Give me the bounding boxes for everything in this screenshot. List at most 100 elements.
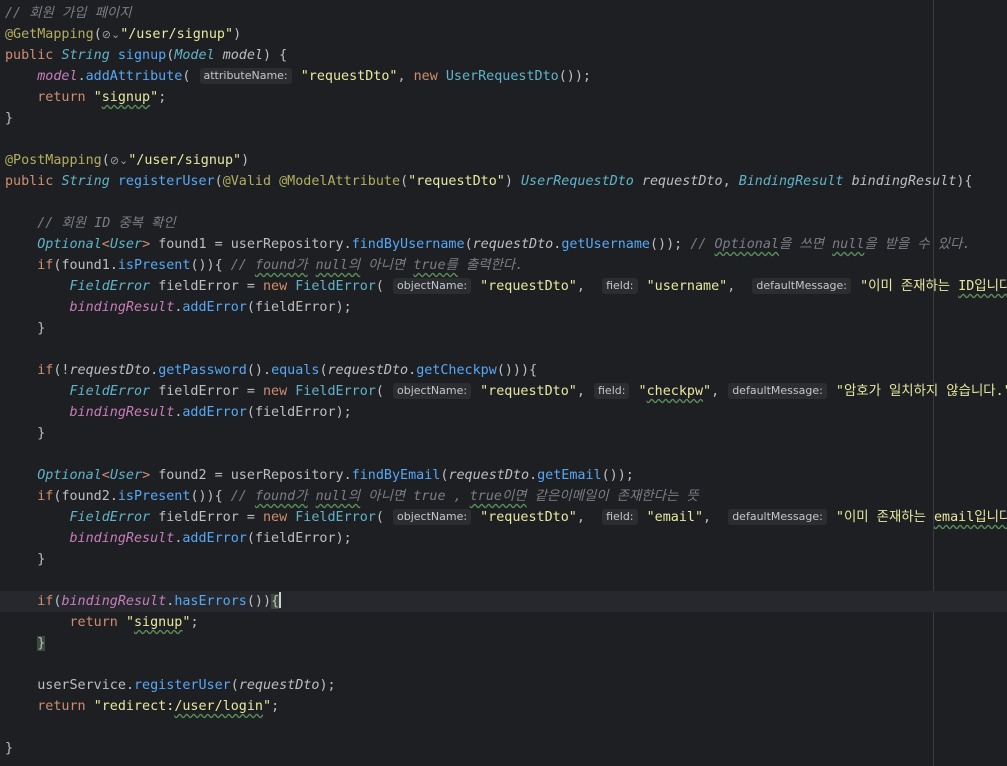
code-line[interactable]: FieldError fieldError = new FieldError( … — [0, 381, 1007, 402]
code-line[interactable]: public String signup(Model model) { — [0, 45, 1007, 66]
string-literal: "/user/signup" — [128, 153, 242, 168]
method-call: hasErrors — [174, 594, 247, 609]
field: userRepository — [230, 237, 344, 252]
param-hint: field: — [602, 278, 638, 294]
comment: 아니면 — [360, 258, 414, 273]
string-literal: ID입니다 — [958, 279, 1007, 294]
comment — [308, 489, 316, 504]
type-name: FieldError — [69, 384, 151, 399]
field: userService — [37, 678, 126, 693]
code-line[interactable]: } — [0, 738, 1007, 759]
code-line[interactable]: if(found1.isPresent()){ // found가 null의 … — [0, 255, 1007, 276]
param-hint: objectName: — [393, 509, 472, 525]
variable: found2 — [158, 468, 207, 483]
string-literal: "requestDto" — [480, 510, 577, 525]
comment: found가 — [254, 258, 308, 273]
variable: bindingResult — [69, 531, 175, 546]
comment: found가 — [254, 489, 308, 504]
code-line[interactable]: // 회원 ID 중복 확인 — [0, 213, 1007, 234]
globe-link-icon[interactable]: ⊘⌄ — [110, 154, 128, 167]
code-line[interactable]: FieldError fieldError = new FieldError( … — [0, 507, 1007, 528]
param-hint: field: — [594, 383, 630, 399]
param-hint: field: — [602, 509, 638, 525]
string-literal: " — [93, 90, 102, 105]
code-line[interactable]: return "redirect:/user/login"; — [0, 696, 1007, 717]
code-line[interactable]: bindingResult.addError(fieldError); — [0, 402, 1007, 423]
method-call: getPassword — [158, 363, 247, 378]
code-line[interactable]: } — [0, 549, 1007, 570]
string-literal: "이미 존재하는 — [860, 279, 959, 294]
comment: 같은이메일이 존재한다는 뜻 — [526, 489, 699, 504]
code-line[interactable]: userService.registerUser(requestDto); — [0, 675, 1007, 696]
variable: bindingResult — [61, 594, 167, 609]
variable: fieldError — [254, 405, 336, 420]
code-line[interactable]: } — [0, 108, 1007, 129]
comment: null의 — [315, 258, 361, 273]
code-line[interactable]: @PostMapping(⊘⌄"/user/signup") — [0, 150, 1007, 171]
code-line[interactable]: // 회원 가입 페이지 — [0, 3, 1007, 24]
string-literal: " — [703, 384, 712, 399]
code-line[interactable]: return "signup"; — [0, 612, 1007, 633]
variable: found1 — [61, 258, 110, 273]
code-line[interactable]: } — [0, 633, 1007, 654]
method-call: getEmail — [537, 468, 602, 483]
variable: model — [37, 69, 78, 84]
param-hint: defaultMessage: — [728, 383, 827, 399]
annotation: @GetMapping — [5, 27, 94, 42]
param-hint: defaultMessage: — [752, 278, 852, 294]
parameter: bindingResult — [851, 174, 957, 189]
comment: // — [230, 489, 255, 504]
type-name: Model — [174, 48, 215, 63]
globe-link-icon[interactable]: ⊘⌄ — [102, 28, 120, 41]
code-editor[interactable]: // 회원 가입 페이지 @GetMapping(⊘⌄"/user/signup… — [0, 0, 1007, 766]
code-line-current[interactable]: if(bindingResult.hasErrors()){ — [0, 591, 1007, 612]
method-call: findByUsername — [351, 237, 465, 252]
keyword: new — [263, 279, 288, 294]
string-literal: signup — [134, 615, 183, 630]
code-line[interactable]: return "signup"; — [0, 87, 1007, 108]
variable: requestDto — [238, 678, 320, 693]
code-line[interactable]: } — [0, 318, 1007, 339]
class-name: FieldError — [295, 279, 376, 294]
class-name: FieldError — [295, 510, 376, 525]
string-literal: signup — [101, 90, 151, 105]
comment: 출력한다. — [457, 258, 524, 273]
code-line[interactable]: } — [0, 423, 1007, 444]
code-line[interactable]: Optional<User> found2 = userRepository.f… — [0, 465, 1007, 486]
keyword: new — [413, 69, 438, 84]
variable: fieldError — [254, 531, 336, 546]
class-name: UserRequestDto — [445, 69, 559, 84]
string-literal: "requestDto" — [300, 69, 398, 84]
type-name: FieldError — [69, 279, 151, 294]
code-line[interactable]: Optional<User> found1 = userRepository.f… — [0, 234, 1007, 255]
method-call: addAttribute — [85, 69, 183, 84]
type-name: Optional — [37, 237, 102, 252]
comment: // — [690, 237, 715, 252]
text-caret — [279, 592, 282, 608]
comment: // — [230, 258, 255, 273]
type-name: User — [109, 237, 143, 252]
comment: Optional — [714, 237, 780, 252]
code-line[interactable]: bindingResult.addError(fieldError); — [0, 297, 1007, 318]
annotation: @ModelAttribute — [279, 174, 401, 189]
code-line[interactable]: if(!requestDto.getPassword().equals(requ… — [0, 360, 1007, 381]
method-call: addError — [182, 300, 247, 315]
parameter: model — [222, 48, 263, 63]
code-line[interactable]: @GetMapping(⊘⌄"/user/signup") — [0, 24, 1007, 45]
code-line[interactable]: FieldError fieldError = new FieldError( … — [0, 276, 1007, 297]
code-line[interactable]: public String registerUser(@Valid @Model… — [0, 171, 1007, 192]
variable: requestDto — [69, 363, 151, 378]
variable: fieldError — [254, 300, 336, 315]
matched-brace: } — [37, 636, 46, 651]
string-literal: " — [263, 699, 272, 714]
type-name: Optional — [37, 468, 102, 483]
string-literal: "username" — [646, 279, 728, 294]
code-line[interactable]: model.addAttribute( attributeName: "requ… — [0, 66, 1007, 87]
type-name: String — [61, 174, 110, 189]
string-literal: "이미 존재하는 — [835, 510, 934, 525]
matched-brace: { — [271, 594, 280, 609]
code-line[interactable]: bindingResult.addError(fieldError); — [0, 528, 1007, 549]
comment: true이면 — [469, 489, 527, 504]
code-line[interactable]: if(found2.isPresent()){ // found가 null의 … — [0, 486, 1007, 507]
method-call: isPresent — [117, 489, 191, 504]
